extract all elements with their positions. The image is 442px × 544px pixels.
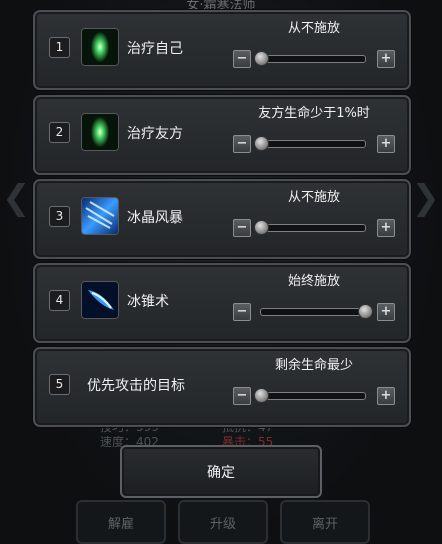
skill-row-5: 5 优先攻击的目标 剩余生命最少 − + <box>33 347 411 427</box>
cast-setting: 剩余生命最少 <box>274 358 353 373</box>
slider-knob[interactable] <box>254 136 269 151</box>
skill-row-2: 2 治疗友方 友方生命少于1%时 − + <box>33 95 411 175</box>
skill-name: 冰晶风暴 <box>127 210 183 226</box>
increase-button[interactable]: + <box>377 135 395 153</box>
skill-index: 3 <box>49 206 70 227</box>
cast-setting: 从不施放 <box>287 21 340 36</box>
skill-name: 冰锥术 <box>127 294 169 310</box>
cast-slider[interactable] <box>254 136 366 151</box>
cast-slider[interactable] <box>254 388 366 403</box>
increase-button[interactable]: + <box>377 50 395 68</box>
healing-green-crystal-icon <box>81 113 119 151</box>
skill-name: 治疗友方 <box>127 126 183 142</box>
skill-row-3: 3 冰晶风暴 从不施放 − + <box>33 179 411 259</box>
skill-row-1: 1 治疗自己 从不施放 − + <box>33 10 411 90</box>
cast-setting: 从不施放 <box>287 190 340 205</box>
ice-storm-icon <box>81 197 119 235</box>
increase-button[interactable]: + <box>377 303 395 321</box>
decrease-button[interactable]: − <box>233 303 251 321</box>
leave-button[interactable]: 离开 <box>280 500 370 544</box>
skill-index: 2 <box>49 122 70 143</box>
increase-button[interactable]: + <box>377 387 395 405</box>
slider-knob[interactable] <box>254 220 269 235</box>
decrease-button[interactable]: − <box>233 50 251 68</box>
increase-button[interactable]: + <box>377 219 395 237</box>
skill-index: 5 <box>49 374 70 395</box>
slider-knob[interactable] <box>254 51 269 66</box>
cast-setting: 始终施放 <box>287 274 340 289</box>
cast-slider[interactable] <box>260 304 373 319</box>
skill-name: 优先攻击的目标 <box>87 378 185 394</box>
dismiss-button[interactable]: 解雇 <box>76 500 166 544</box>
cast-setting: 友方生命少于1%时 <box>258 106 370 121</box>
skill-index: 4 <box>49 290 70 311</box>
prev-arrow-icon[interactable]: ❮ <box>2 178 31 218</box>
slider-knob[interactable] <box>358 304 373 319</box>
next-arrow-icon[interactable]: ❯ <box>412 178 441 218</box>
confirm-button[interactable]: 确定 <box>120 445 322 498</box>
skill-index: 1 <box>49 37 70 58</box>
slider-knob[interactable] <box>254 388 269 403</box>
cast-slider[interactable] <box>254 51 366 66</box>
skill-row-4: 4 冰锥术 始终施放 − + <box>33 263 411 343</box>
decrease-button[interactable]: − <box>233 219 251 237</box>
skill-name: 治疗自己 <box>127 41 183 57</box>
decrease-button[interactable]: − <box>233 135 251 153</box>
healing-green-crystal-icon <box>81 28 119 66</box>
ice-cone-icon <box>81 281 119 319</box>
upgrade-button[interactable]: 升级 <box>178 500 268 544</box>
cast-slider[interactable] <box>254 220 366 235</box>
decrease-button[interactable]: − <box>233 387 251 405</box>
